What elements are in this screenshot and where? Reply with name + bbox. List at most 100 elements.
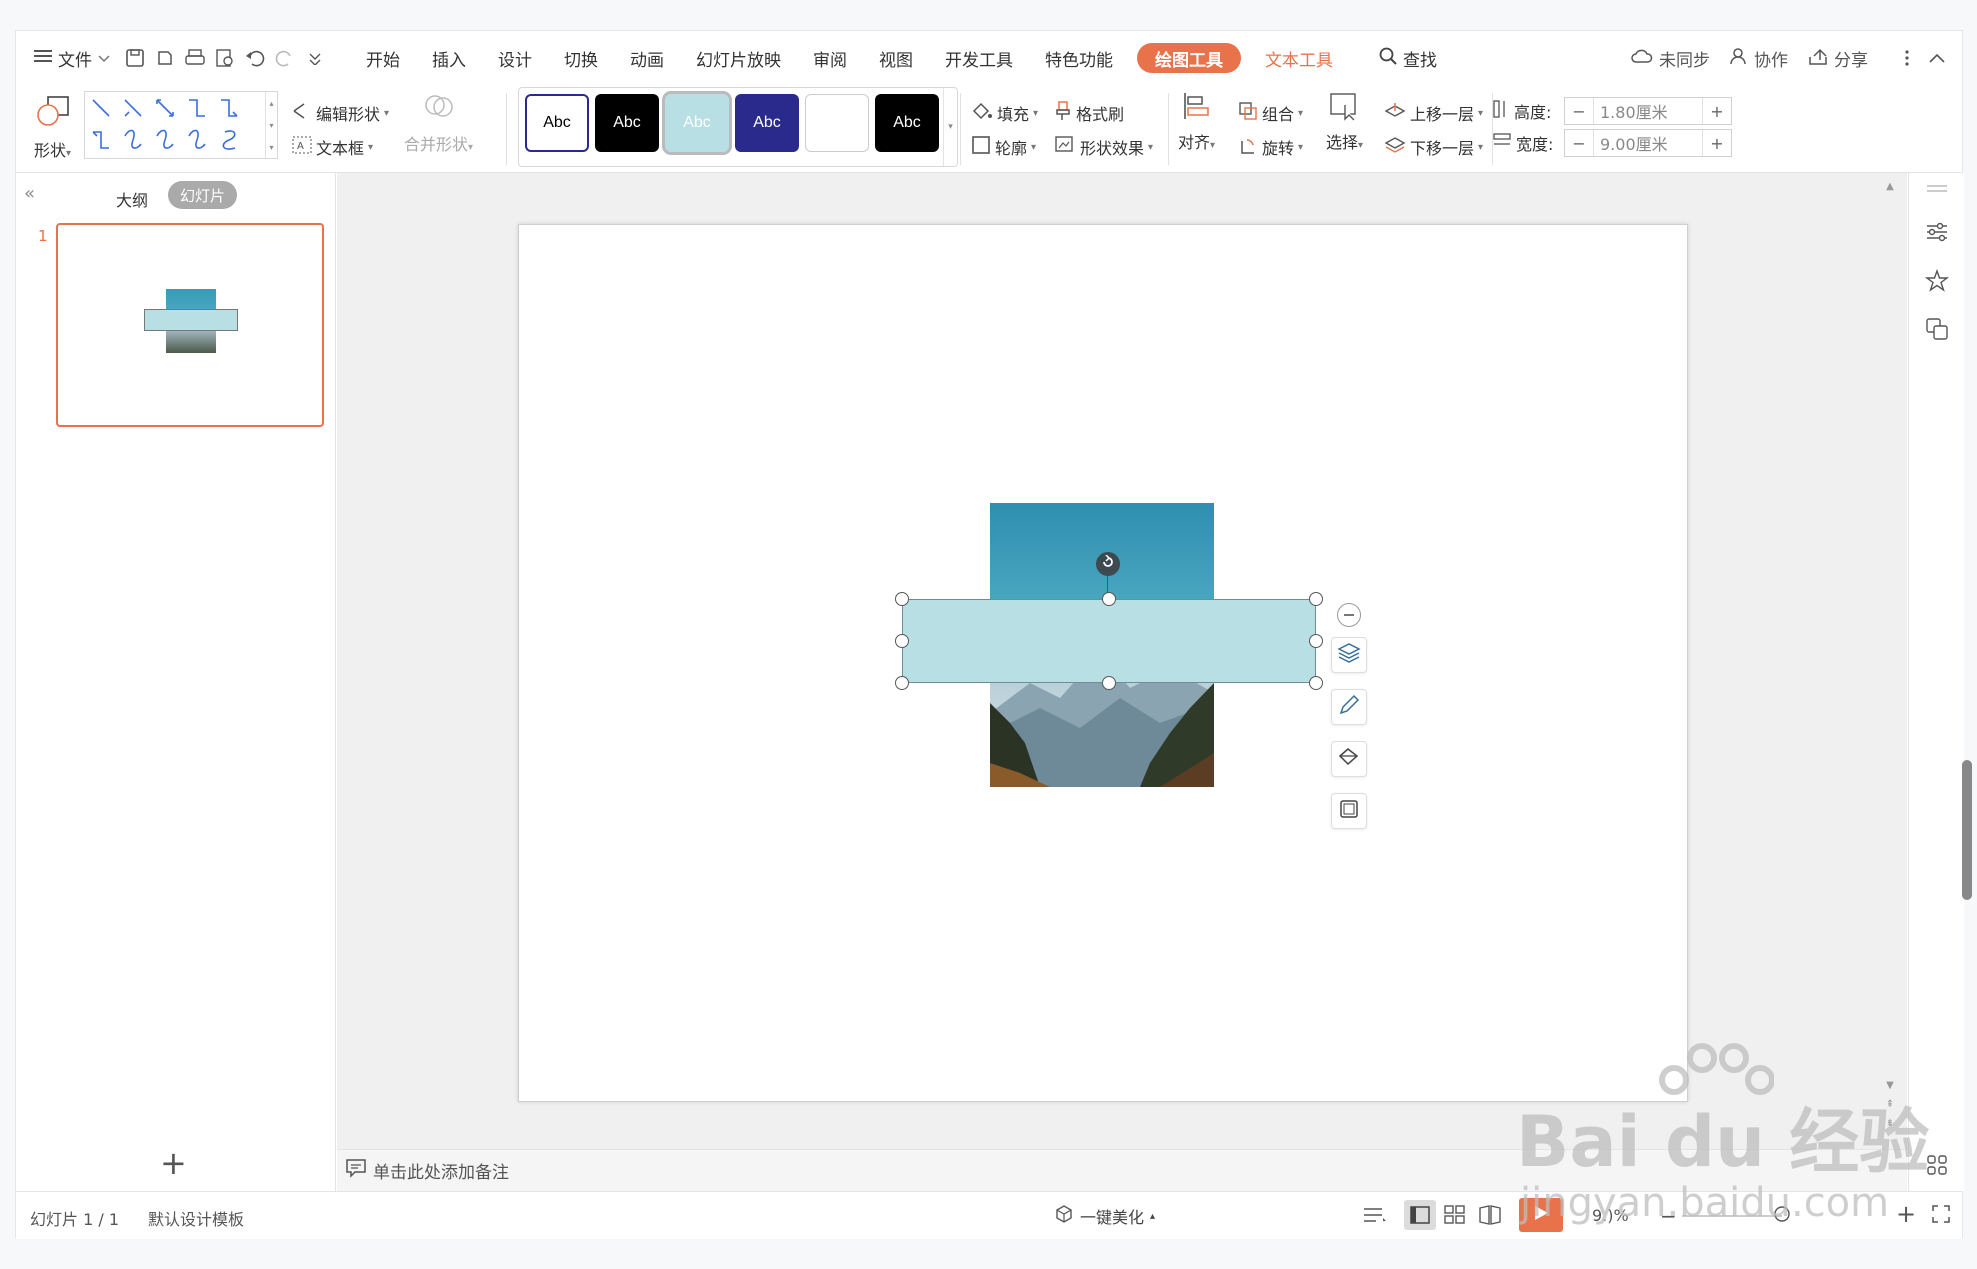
undo-icon[interactable]	[240, 43, 270, 73]
height-increase-button[interactable]: +	[1703, 98, 1731, 124]
fill-bucket-icon	[1337, 746, 1361, 773]
resize-handle-nw[interactable]	[895, 592, 909, 606]
float-collapse-button[interactable]	[1337, 603, 1361, 627]
tab-features[interactable]: 特色功能	[1029, 41, 1129, 75]
merge-shape-button[interactable]: 合并形状▾	[404, 91, 473, 155]
outline-label: 轮廓	[995, 139, 1028, 158]
outline-button[interactable]: 轮廓 ▾	[971, 135, 1036, 159]
add-slide-button[interactable]: +	[160, 1147, 187, 1179]
style-swatch-3[interactable]: Abc	[665, 94, 729, 152]
reading-view-icon[interactable]	[1479, 1205, 1501, 1229]
line-shape-gallery[interactable]: ▴ ▾ ▾	[84, 91, 278, 159]
shape-button[interactable]: 形状▾	[34, 95, 71, 161]
rotate-icon	[1238, 135, 1258, 159]
gallery-scroll[interactable]: ▴ ▾ ▾	[265, 92, 277, 158]
rotate-handle[interactable]	[1096, 552, 1120, 576]
tab-view[interactable]: 视图	[863, 41, 929, 75]
width-spinner[interactable]: − 9.00厘米 +	[1564, 129, 1732, 157]
float-layers-button[interactable]	[1331, 637, 1367, 673]
apps-grid-icon[interactable]	[1927, 1155, 1947, 1180]
tab-slides[interactable]: 幻灯片	[168, 181, 238, 209]
bring-forward-button[interactable]: 上移一层 ▾	[1384, 101, 1483, 125]
collapse-panel-icon[interactable]: «	[24, 183, 35, 204]
slide-canvas[interactable]	[518, 224, 1688, 1102]
slide-transition-icon[interactable]	[1925, 317, 1949, 346]
tab-start[interactable]: 开始	[350, 41, 416, 75]
collapse-ribbon-icon[interactable]	[1922, 43, 1952, 73]
resize-handle-w[interactable]	[895, 634, 909, 648]
resize-handle-s[interactable]	[1102, 676, 1116, 690]
beautify-button[interactable]: 一键美化 ▴	[1054, 1204, 1155, 1228]
style-swatch-6[interactable]: Abc	[875, 94, 939, 152]
float-outline-button[interactable]	[1331, 793, 1367, 829]
style-swatch-5[interactable]	[805, 94, 869, 152]
float-pen-button[interactable]	[1331, 689, 1367, 725]
resize-handle-e[interactable]	[1309, 634, 1323, 648]
rotate-button[interactable]: 旋转 ▾	[1238, 135, 1303, 159]
notes-toggle-icon[interactable]	[1362, 1206, 1388, 1228]
print-icon[interactable]	[180, 43, 210, 73]
align-button[interactable]: 对齐▾	[1178, 91, 1215, 153]
fill-button[interactable]: 填充 ▾	[971, 101, 1038, 125]
style-swatch-2[interactable]: Abc	[595, 94, 659, 152]
width-label: 宽度:	[1492, 131, 1553, 155]
search-button[interactable]: 查找	[1369, 41, 1447, 75]
animation-star-icon[interactable]	[1924, 268, 1950, 298]
zoom-in-icon[interactable]: +	[1896, 1200, 1916, 1228]
height-decrease-button[interactable]: −	[1565, 98, 1593, 124]
tab-drawing-tools[interactable]: 绘图工具	[1137, 43, 1241, 73]
selected-rectangle-shape[interactable]	[902, 599, 1316, 683]
sync-status-button[interactable]: 未同步	[1621, 41, 1720, 75]
properties-icon[interactable]	[1925, 221, 1949, 248]
format-brush-button[interactable]: 格式刷	[1054, 101, 1124, 125]
normal-view-icon[interactable]	[1404, 1200, 1436, 1230]
resize-handle-se[interactable]	[1309, 676, 1323, 690]
style-swatch-4[interactable]: Abc	[735, 94, 799, 152]
shape-effect-button[interactable]: 形状效果 ▾	[1054, 135, 1153, 159]
save-icon[interactable]	[120, 43, 150, 73]
rotate-label: 旋转	[1262, 139, 1295, 158]
width-input[interactable]: 9.00厘米	[1593, 130, 1703, 156]
print-preview-icon[interactable]	[210, 43, 240, 73]
float-fill-button[interactable]	[1331, 741, 1367, 777]
share-button[interactable]: 分享	[1798, 41, 1878, 75]
baidu-watermark-url: jingyan.baidu.com	[1520, 1180, 1889, 1226]
style-swatch-1[interactable]: Abc	[525, 94, 589, 152]
tab-animation[interactable]: 动画	[614, 41, 680, 75]
height-spinner[interactable]: − 1.80厘米 +	[1564, 97, 1732, 125]
textbox-button[interactable]: A 文本框 ▾	[292, 135, 373, 159]
tab-review[interactable]: 审阅	[797, 41, 863, 75]
tab-text-tools[interactable]: 文本工具	[1249, 41, 1349, 75]
more-options-icon[interactable]	[1892, 43, 1922, 73]
file-menu[interactable]: 文件	[24, 41, 120, 75]
tab-outline[interactable]: 大纲	[116, 187, 148, 211]
tab-slideshow[interactable]: 幻灯片放映	[680, 41, 797, 75]
resize-handle-ne[interactable]	[1309, 592, 1323, 606]
fullscreen-icon[interactable]	[1932, 1205, 1950, 1227]
style-gallery-expand[interactable]: ▾	[943, 88, 957, 166]
slide-thumbnail[interactable]	[56, 223, 324, 427]
redo-icon[interactable]	[270, 43, 300, 73]
shape-style-gallery[interactable]: Abc Abc Abc Abc Abc ▾	[518, 87, 958, 167]
height-input[interactable]: 1.80厘米	[1593, 98, 1703, 124]
template-name[interactable]: 默认设计模板	[148, 1206, 244, 1230]
send-backward-button[interactable]: 下移一层 ▾	[1384, 135, 1483, 159]
tab-transition[interactable]: 切换	[548, 41, 614, 75]
sorter-view-icon[interactable]	[1444, 1205, 1466, 1229]
width-decrease-button[interactable]: −	[1565, 130, 1593, 156]
resize-handle-n[interactable]	[1102, 592, 1116, 606]
select-button[interactable]: 选择▾	[1326, 91, 1363, 153]
group-button[interactable]: 组合 ▾	[1238, 101, 1303, 125]
width-increase-button[interactable]: +	[1703, 130, 1731, 156]
tab-insert[interactable]: 插入	[416, 41, 482, 75]
tab-developer[interactable]: 开发工具	[929, 41, 1029, 75]
tab-design[interactable]: 设计	[482, 41, 548, 75]
collaborate-button[interactable]: 协作	[1720, 41, 1798, 75]
thumb-image-bottom	[166, 329, 216, 353]
customize-toolbar-icon[interactable]	[300, 43, 330, 73]
resize-handle-sw[interactable]	[895, 676, 909, 690]
textbox-label: 文本框	[316, 139, 365, 158]
export-icon[interactable]	[150, 43, 180, 73]
edit-shape-button[interactable]: 编辑形状 ▾	[292, 101, 389, 125]
vertical-scrollbar[interactable]: ▲ ▼ ⇞ ⇟	[1883, 173, 1897, 1153]
